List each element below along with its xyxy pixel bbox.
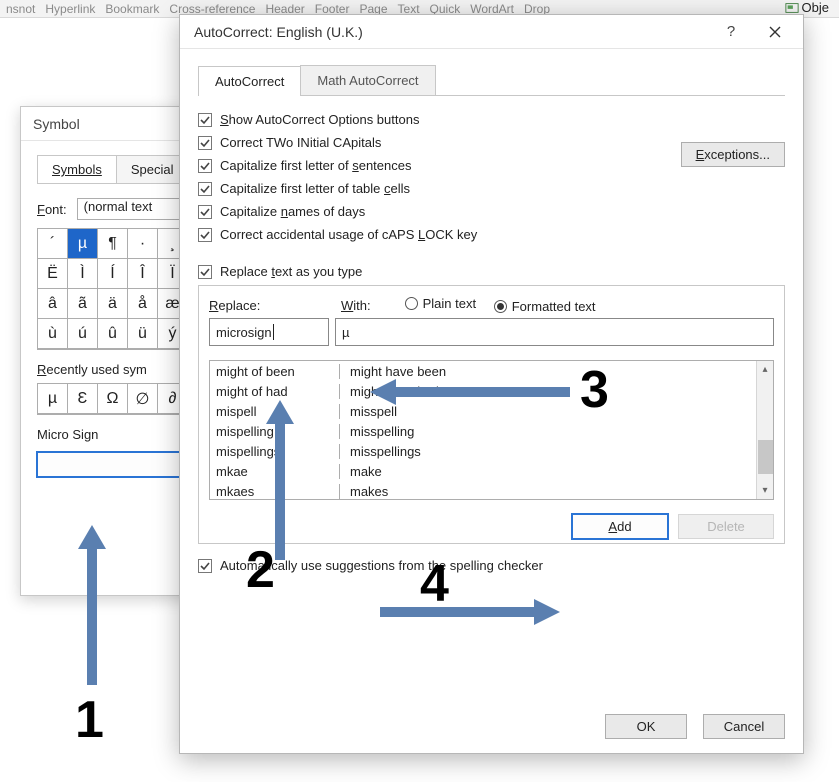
checkbox-label: Show AutoCorrect Options buttons — [220, 112, 419, 127]
check-icon — [200, 207, 210, 217]
checkbox-capitalize-table-cells[interactable]: Capitalize first letter of table cells — [198, 181, 785, 196]
grid-cell[interactable]: Ì — [68, 259, 98, 289]
dialog-title: AutoCorrect: English (U.K.) — [194, 24, 709, 40]
check-icon — [200, 267, 210, 277]
tab-special-characters[interactable]: Special — [116, 155, 189, 183]
grid-cell[interactable]: ù — [38, 319, 68, 349]
grid-cell[interactable]: Ë — [38, 259, 68, 289]
checkbox-label: Capitalize first letter of sentences — [220, 158, 411, 173]
list-scrollbar[interactable]: ▴ ▾ — [756, 361, 773, 499]
object-icon — [785, 1, 799, 15]
grid-cell[interactable]: ü — [128, 319, 158, 349]
replace-group: Replace: With: Plain text Formatted text… — [198, 285, 785, 544]
with-label: With: — [341, 298, 371, 313]
grid-cell[interactable]: û — [98, 319, 128, 349]
checkbox-show-options[interactable]: Show AutoCorrect Options buttons — [198, 112, 785, 127]
cancel-button[interactable]: Cancel — [703, 714, 785, 739]
tab-math-autocorrect[interactable]: Math AutoCorrect — [300, 65, 435, 95]
autocorrect-tabs: AutoCorrect Math AutoCorrect — [198, 65, 785, 96]
checkbox-label: Automatically use suggestions from the s… — [220, 558, 543, 573]
list-item[interactable]: mispellingmisspelling — [210, 421, 773, 441]
scroll-down-icon[interactable]: ▾ — [758, 482, 773, 499]
ok-button[interactable]: OK — [605, 714, 687, 739]
object-button[interactable]: Obje — [785, 0, 829, 15]
check-icon — [200, 161, 210, 171]
check-icon — [200, 561, 210, 571]
checkbox-label: Capitalize names of days — [220, 204, 365, 219]
annotation-number-1: 1 — [75, 690, 104, 750]
grid-cell-selected[interactable]: µ — [68, 229, 98, 259]
with-input[interactable]: µ — [335, 318, 774, 346]
grid-cell[interactable]: · — [128, 229, 158, 259]
checkbox-capitalize-days[interactable]: Capitalize names of days — [198, 204, 785, 219]
checkbox-label: Correct TWo INitial CApitals — [220, 135, 381, 150]
recent-cell[interactable]: ∅ — [128, 384, 158, 414]
grid-cell[interactable]: Í — [98, 259, 128, 289]
checkbox-spelling-suggestions[interactable]: Automatically use suggestions from the s… — [198, 558, 785, 573]
add-button[interactable]: Add — [572, 514, 668, 539]
grid-cell[interactable]: ú — [68, 319, 98, 349]
scroll-thumb[interactable] — [758, 440, 773, 474]
exceptions-button[interactable]: Exceptions... — [681, 142, 785, 167]
recent-cell[interactable]: Ω — [98, 384, 128, 414]
replace-label: Replace: — [209, 298, 319, 313]
close-icon — [769, 26, 781, 38]
grid-cell[interactable]: å — [128, 289, 158, 319]
radio-plain-text[interactable]: Plain text — [405, 296, 476, 311]
grid-cell[interactable]: ã — [68, 289, 98, 319]
font-label: Font: — [37, 202, 67, 217]
checkbox-caps-lock[interactable]: Correct accidental usage of cAPS LOCK ke… — [198, 227, 785, 242]
grid-cell[interactable]: ¶ — [98, 229, 128, 259]
check-icon — [200, 230, 210, 240]
grid-cell[interactable]: Î — [128, 259, 158, 289]
scroll-up-icon[interactable]: ▴ — [758, 361, 773, 378]
close-button[interactable] — [753, 17, 797, 47]
grid-cell[interactable]: ä — [98, 289, 128, 319]
tab-symbols[interactable]: Symbols — [37, 155, 117, 183]
autocorrect-dialog: AutoCorrect: English (U.K.) ? AutoCorrec… — [179, 14, 804, 754]
check-icon — [200, 138, 210, 148]
radio-formatted-text[interactable]: Formatted text — [494, 299, 596, 314]
check-icon — [200, 115, 210, 125]
grid-cell[interactable]: â — [38, 289, 68, 319]
recent-cell[interactable]: µ — [38, 384, 68, 414]
delete-button: Delete — [678, 514, 774, 539]
tab-autocorrect[interactable]: AutoCorrect — [198, 66, 301, 96]
autocorrect-titlebar: AutoCorrect: English (U.K.) ? — [180, 15, 803, 49]
list-item[interactable]: mispellingsmisspellings — [210, 441, 773, 461]
autocorrect-entries-list[interactable]: might of beenmight have been might of ha… — [209, 360, 774, 500]
checkbox-label: Correct accidental usage of cAPS LOCK ke… — [220, 227, 477, 242]
checkbox-replace-as-you-type[interactable]: Replace text as you type — [198, 264, 785, 279]
replace-input[interactable]: microsign — [209, 318, 329, 346]
list-item[interactable]: mispellmisspell — [210, 401, 773, 421]
grid-cell[interactable]: ´ — [38, 229, 68, 259]
list-item[interactable]: mkaemake — [210, 461, 773, 481]
list-item[interactable]: mkaesmakes — [210, 481, 773, 500]
checkbox-label: Capitalize first letter of table cells — [220, 181, 410, 196]
recent-cell[interactable]: Ɛ — [68, 384, 98, 414]
checkbox-label: Replace text as you type — [220, 264, 362, 279]
list-item[interactable]: might of hadmight have had — [210, 381, 773, 401]
list-item[interactable]: might of beenmight have been — [210, 361, 773, 381]
check-icon — [200, 184, 210, 194]
help-button[interactable]: ? — [709, 17, 753, 47]
